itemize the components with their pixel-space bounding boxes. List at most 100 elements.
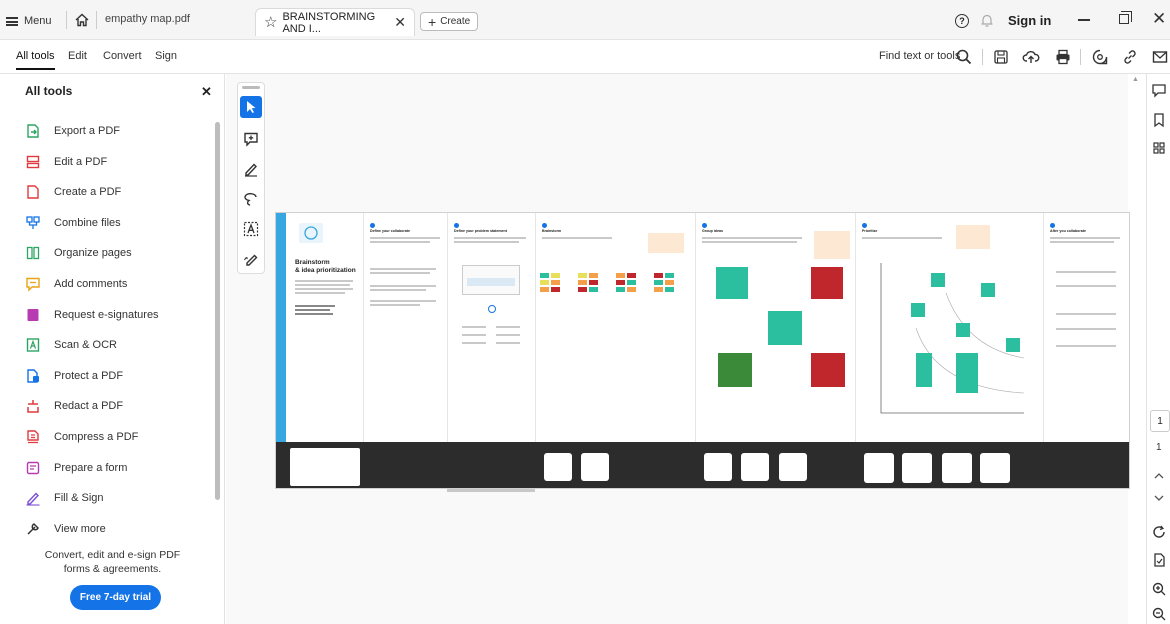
tool-export-a-pdf[interactable]: Export a PDF bbox=[25, 120, 120, 142]
chevron-down-icon[interactable] bbox=[1151, 490, 1167, 506]
tool-add-comments[interactable]: Add comments bbox=[25, 273, 127, 295]
divider bbox=[1080, 49, 1081, 65]
select-tool[interactable] bbox=[240, 96, 262, 118]
create-button[interactable]: + Create bbox=[420, 12, 479, 31]
sticky-note bbox=[654, 273, 663, 278]
step-dot bbox=[862, 223, 867, 228]
menu-convert[interactable]: Convert bbox=[103, 50, 142, 62]
minimize-icon[interactable] bbox=[1078, 19, 1090, 21]
window-close-icon[interactable]: ✕ bbox=[1152, 9, 1166, 29]
sticky-note bbox=[589, 273, 598, 278]
sticky-note bbox=[540, 273, 549, 278]
tool-view-more[interactable]: View more bbox=[25, 518, 106, 540]
tool-label: Request e-signatures bbox=[54, 308, 159, 321]
sign-in-button[interactable]: Sign in bbox=[1008, 13, 1051, 28]
bell-icon[interactable] bbox=[980, 13, 994, 28]
tool-prepare-a-form[interactable]: Prepare a form bbox=[25, 457, 127, 479]
text-line bbox=[1056, 313, 1116, 315]
email-icon[interactable] bbox=[1151, 48, 1169, 66]
text-line bbox=[370, 241, 430, 243]
panel-scrollbar[interactable] bbox=[215, 122, 220, 500]
text-tool[interactable] bbox=[240, 218, 262, 240]
text-line bbox=[496, 342, 520, 344]
tool-scan-ocr[interactable]: Scan & OCR bbox=[25, 334, 117, 356]
text-line bbox=[370, 304, 420, 306]
tool-edit-a-pdf[interactable]: Edit a PDF bbox=[25, 151, 107, 173]
text-line bbox=[370, 300, 436, 302]
tab-brainstorming[interactable]: ☆ BRAINSTORMING AND I... ✕ bbox=[255, 8, 415, 36]
star-icon[interactable]: ☆ bbox=[264, 15, 277, 30]
menu-button[interactable]: Menu bbox=[6, 11, 52, 31]
column-heading: Group ideas bbox=[702, 229, 723, 233]
link-icon[interactable] bbox=[1121, 48, 1139, 66]
help-icon[interactable]: ? bbox=[955, 14, 969, 28]
save-icon[interactable] bbox=[992, 48, 1010, 66]
text-line bbox=[1056, 271, 1116, 273]
sticky-note bbox=[665, 273, 674, 278]
brain-logo-icon bbox=[299, 223, 323, 243]
free-trial-button[interactable]: Free 7-day trial bbox=[70, 585, 161, 610]
tool-redact-a-pdf[interactable]: Redact a PDF bbox=[25, 395, 123, 417]
step-dot bbox=[542, 223, 547, 228]
menu-edit[interactable]: Edit bbox=[68, 50, 87, 62]
sticky-note bbox=[718, 353, 752, 387]
tool-organize-pages[interactable]: Organize pages bbox=[25, 242, 132, 264]
bookmark-icon[interactable] bbox=[1151, 112, 1167, 128]
tool-fill-sign[interactable]: Fill & Sign bbox=[25, 487, 104, 509]
column-define-collaborate: Define your collaborate bbox=[364, 213, 448, 442]
close-icon[interactable]: ✕ bbox=[394, 14, 406, 31]
comments-panel-icon[interactable] bbox=[1151, 82, 1167, 98]
menu-sign[interactable]: Sign bbox=[155, 50, 177, 62]
drag-handle[interactable] bbox=[242, 86, 260, 89]
sticky-note bbox=[956, 225, 990, 249]
vertical-scrollbar[interactable]: ▲ bbox=[1130, 74, 1142, 624]
step-dot bbox=[370, 223, 375, 228]
tool-compress-a-pdf[interactable]: Compress a PDF bbox=[25, 426, 138, 448]
cloud-upload-icon[interactable] bbox=[1022, 48, 1040, 66]
text-line bbox=[295, 292, 345, 294]
problem-card bbox=[462, 265, 520, 295]
tool-request-e-signatures[interactable]: Request e-signatures bbox=[25, 304, 159, 326]
cover-title: Brainstorm bbox=[295, 259, 330, 266]
draw-tool[interactable] bbox=[240, 188, 262, 210]
text-line bbox=[370, 237, 440, 239]
zoom-in-icon[interactable] bbox=[1151, 581, 1167, 597]
find-text-button[interactable]: Find text or tools bbox=[879, 50, 960, 62]
sticky-note bbox=[578, 273, 587, 278]
search-icon[interactable] bbox=[955, 48, 973, 66]
thumbnails-grid-icon[interactable] bbox=[1151, 140, 1167, 156]
tab-empathy-map[interactable]: empathy map.pdf bbox=[105, 13, 190, 25]
tool-create-a-pdf[interactable]: Create a PDF bbox=[25, 181, 121, 203]
pdf-page[interactable]: Brainstorm & idea prioritization Define … bbox=[275, 212, 1130, 489]
text-line bbox=[370, 289, 426, 291]
export-pdf-icon bbox=[25, 123, 41, 139]
menu-all-tools[interactable]: All tools bbox=[16, 50, 55, 70]
hamburger-icon bbox=[6, 16, 18, 26]
current-page-input[interactable]: 1 bbox=[1150, 410, 1170, 432]
thumbnail bbox=[544, 453, 572, 481]
text-line bbox=[1050, 237, 1120, 239]
chevron-up-icon[interactable] bbox=[1151, 468, 1167, 484]
panel-close-icon[interactable]: ✕ bbox=[201, 84, 212, 100]
column-brainstorm: Brainstorm bbox=[536, 213, 696, 442]
tool-protect-a-pdf[interactable]: Protect a PDF bbox=[25, 365, 123, 387]
sticky-note bbox=[627, 280, 636, 285]
lasso-icon bbox=[244, 192, 257, 206]
ai-assistant-icon[interactable] bbox=[1091, 48, 1109, 66]
tool-label: Protect a PDF bbox=[54, 369, 124, 382]
highlight-tool[interactable] bbox=[240, 158, 262, 180]
maximize-icon[interactable] bbox=[1119, 11, 1132, 24]
zoom-out-icon[interactable] bbox=[1151, 606, 1167, 622]
scan-ocr-icon bbox=[25, 337, 41, 353]
scroll-up-icon[interactable]: ▲ bbox=[1132, 76, 1139, 83]
sign-tool[interactable] bbox=[240, 248, 262, 270]
add-comment-tool[interactable] bbox=[240, 128, 262, 150]
sticky-note bbox=[551, 287, 560, 292]
rotate-icon[interactable] bbox=[1151, 524, 1167, 540]
text-line bbox=[370, 285, 436, 287]
tool-combine-files[interactable]: Combine files bbox=[25, 212, 121, 234]
print-icon[interactable] bbox=[1054, 48, 1072, 66]
panel-title: All tools bbox=[25, 84, 73, 98]
home-icon[interactable] bbox=[74, 12, 90, 28]
page-fit-icon[interactable] bbox=[1151, 552, 1167, 568]
